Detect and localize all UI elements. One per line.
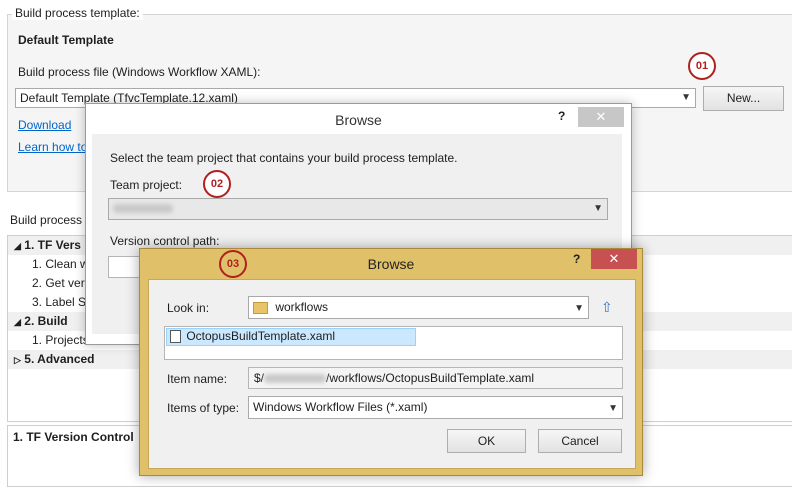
file-item-label: OctopusBuildTemplate.xaml [186, 329, 336, 343]
close-icon[interactable]: ✕ [591, 249, 637, 269]
params-label: Build process p [10, 213, 93, 227]
dialog-title: Browse [367, 256, 415, 272]
item-name-prefix: $/ [254, 371, 265, 385]
file-label: Build process file (Windows Workflow XAM… [18, 65, 261, 79]
items-type-label: Items of type: [167, 401, 240, 415]
browse-file-dialog: Browse ? ✕ 03 Look in: workflows ▼ ⇧ Oct… [139, 248, 643, 476]
step-badge-02: 02 [203, 170, 231, 198]
close-icon[interactable]: ✕ [578, 107, 624, 127]
dialog-titlebar: Browse ? ✕ [86, 104, 631, 134]
team-project-label: Team project: [110, 178, 183, 192]
items-type-value: Windows Workflow Files (*.xaml) [253, 400, 428, 414]
file-icon [170, 330, 181, 344]
team-project-combo[interactable]: ▼ [108, 198, 608, 220]
step-badge-01: 01 [688, 52, 716, 80]
item-name-suffix: /workflows/OctopusBuildTemplate.xaml [326, 371, 535, 385]
instruction-text: Select the team project that contains yo… [110, 151, 458, 165]
new-button[interactable]: New... [703, 86, 784, 111]
template-name: Default Template [18, 33, 114, 47]
step-badge-03: 03 [219, 250, 247, 278]
items-type-combo[interactable]: Windows Workflow Files (*.xaml) ▼ [248, 396, 623, 419]
folder-icon [253, 301, 268, 314]
item-name-label: Item name: [167, 372, 228, 386]
group-label: Build process template: [12, 6, 143, 20]
item-name-input[interactable]: $/ /workflows/OctopusBuildTemplate.xaml [248, 367, 623, 389]
look-in-label: Look in: [167, 301, 210, 315]
help-icon[interactable]: ? [558, 109, 565, 123]
file-list[interactable]: OctopusBuildTemplate.xaml [164, 326, 623, 360]
ok-button[interactable]: OK [447, 429, 526, 453]
learn-link[interactable]: Learn how to [18, 140, 87, 154]
chevron-down-icon: ▼ [574, 303, 584, 314]
look-in-value: workflows [275, 300, 329, 314]
dialog-body: Look in: workflows ▼ ⇧ OctopusBuildTempl… [148, 279, 636, 469]
dialog-title: Browse [335, 112, 382, 128]
up-folder-icon[interactable]: ⇧ [601, 299, 613, 316]
file-item[interactable]: OctopusBuildTemplate.xaml [166, 328, 416, 346]
chevron-down-icon: ▼ [681, 92, 691, 103]
help-icon[interactable]: ? [573, 252, 580, 266]
chevron-down-icon: ▼ [608, 403, 618, 414]
download-link[interactable]: Download [18, 118, 71, 132]
chevron-down-icon: ▼ [593, 203, 603, 214]
look-in-combo[interactable]: workflows ▼ [248, 296, 589, 319]
detail-title: 1. TF Version Control [13, 430, 134, 444]
cancel-button[interactable]: Cancel [538, 429, 622, 453]
version-path-label: Version control path: [110, 234, 220, 248]
